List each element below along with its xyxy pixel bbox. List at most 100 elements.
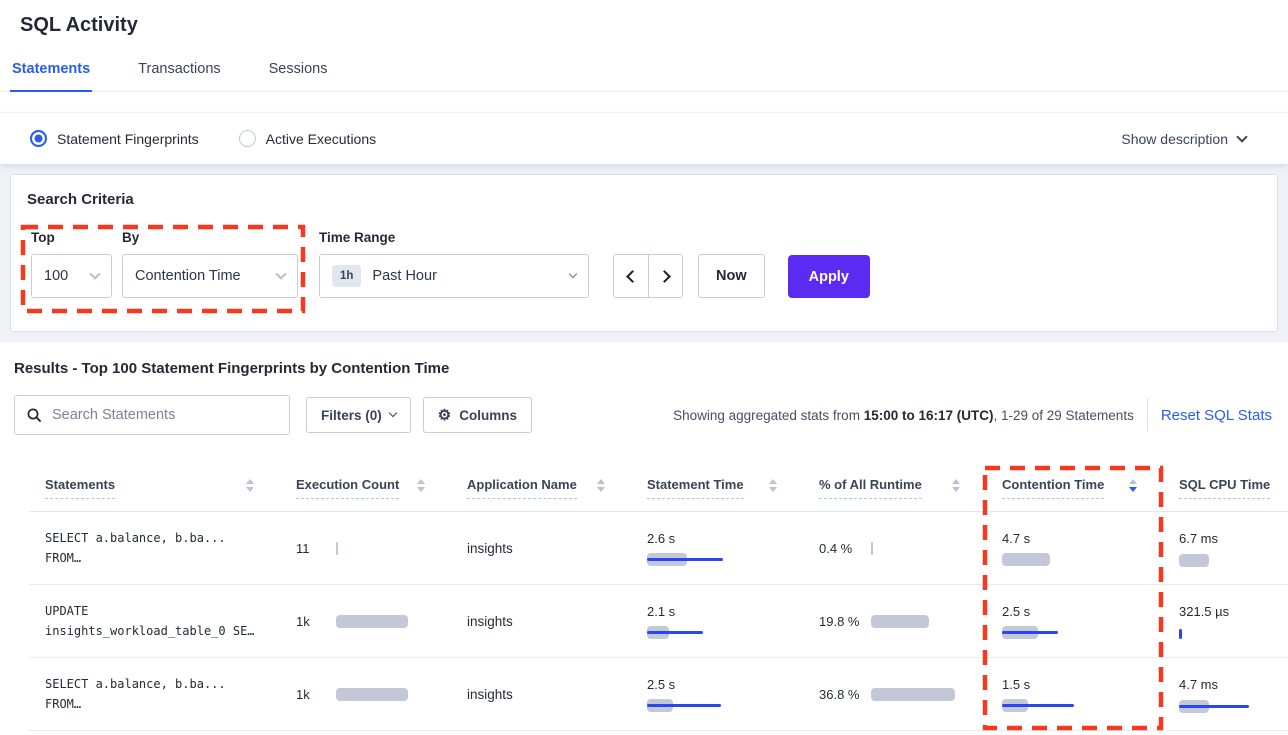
chevron-down-icon (1236, 131, 1247, 142)
search-criteria-band: Search Criteria Top 100 By Contention Ti… (0, 164, 1288, 342)
next-time-button[interactable] (648, 255, 682, 297)
application-name-cell: insights (451, 658, 631, 731)
filters-label: Filters (0) (321, 408, 382, 423)
reset-sql-stats-link[interactable]: Reset SQL Stats (1161, 407, 1272, 424)
contention-time-cell: 1.5 s (986, 658, 1163, 731)
sort-icons[interactable] (952, 479, 960, 492)
column-header-runtime-pct[interactable]: % of All Runtime (803, 461, 986, 512)
previous-time-button[interactable] (614, 255, 648, 297)
column-header-statement-time[interactable]: Statement Time (631, 461, 803, 512)
statement-link[interactable]: SELECT a.balance, b.ba... FROM… (29, 658, 280, 731)
show-description-label: Show description (1121, 131, 1228, 147)
toolbar-divider (1147, 398, 1148, 432)
sql-cpu-time-bar (1179, 627, 1288, 640)
runtime-pct-cell: 36.8 % (803, 658, 986, 731)
sort-icons-active-desc[interactable] (1129, 479, 1137, 492)
execution-count-cell: 11 (280, 512, 451, 585)
top-field-group: Top 100 (31, 230, 112, 298)
tab-sessions[interactable]: Sessions (267, 53, 330, 91)
statement-time-cell: 2.1 s (631, 585, 803, 658)
radio-unselected-icon[interactable] (239, 130, 256, 147)
radio-statement-fingerprints[interactable]: Statement Fingerprints (30, 130, 199, 147)
column-header-contention-time[interactable]: Contention Time (986, 461, 1163, 512)
by-label: By (122, 230, 298, 245)
execution-count-bar (336, 615, 408, 628)
runtime-pct-bar (871, 688, 963, 701)
execution-count-cell: 1k (280, 658, 451, 731)
top-select[interactable]: 100 (31, 254, 112, 298)
statement-time-cell: 2.5 s (631, 658, 803, 731)
column-header-sql-cpu-time[interactable]: SQL CPU Time (1163, 461, 1288, 512)
show-description-toggle[interactable]: Show description (1121, 131, 1258, 147)
search-statements-input[interactable] (52, 407, 277, 423)
execution-count-bar (336, 542, 338, 555)
column-header-statements[interactable]: Statements (29, 461, 280, 512)
search-icon (27, 408, 42, 423)
radio-selected-icon[interactable] (30, 130, 47, 147)
radio-label: Statement Fingerprints (57, 131, 199, 147)
runtime-pct-bar (871, 615, 963, 628)
statement-link[interactable]: UPDATE insights_workload_table_0 SE… (29, 585, 280, 658)
sort-icons[interactable] (417, 479, 425, 492)
sql-cpu-time-bar (1179, 700, 1288, 713)
search-statements-box[interactable] (14, 395, 290, 435)
chevron-down-icon (275, 268, 286, 279)
radio-active-executions[interactable]: Active Executions (239, 130, 377, 147)
by-value: Contention Time (135, 268, 241, 284)
columns-button[interactable]: ⚙ Columns (423, 397, 532, 433)
top-value: 100 (44, 268, 68, 284)
chevron-down-icon (569, 270, 577, 278)
time-range-select[interactable]: 1h Past Hour (319, 254, 589, 298)
contention-time-cell: 4.7 s (986, 512, 1163, 585)
aggregated-stats-text: Showing aggregated stats from 15:00 to 1… (673, 408, 1134, 423)
tab-statements[interactable]: Statements (10, 53, 92, 92)
results-heading: Results - Top 100 Statement Fingerprints… (14, 360, 1274, 377)
statement-time-bar (647, 699, 757, 712)
search-criteria-card: Search Criteria Top 100 By Contention Ti… (10, 174, 1278, 332)
page-title: SQL Activity (20, 14, 1268, 37)
apply-button[interactable]: Apply (788, 255, 870, 298)
statement-time-bar (647, 553, 757, 566)
runtime-pct-cell: 0.4 % (803, 512, 986, 585)
execution-count-cell: 1k (280, 585, 451, 658)
columns-label: Columns (459, 408, 517, 423)
application-name-cell: insights (451, 585, 631, 658)
search-criteria-heading: Search Criteria (27, 191, 1261, 208)
gear-icon: ⚙ (438, 408, 451, 423)
chevron-left-icon (626, 270, 639, 283)
sql-cpu-time-bar (1179, 554, 1288, 567)
by-field-group: By Contention Time (122, 230, 298, 298)
time-nav-group (613, 254, 683, 298)
now-button[interactable]: Now (698, 254, 765, 298)
stats-time-range: 15:00 to 16:17 (UTC) (864, 408, 994, 423)
sql-cpu-time-cell: 4.7 ms (1163, 658, 1288, 731)
column-header-execution-count[interactable]: Execution Count (280, 461, 451, 512)
top-label: Top (31, 230, 112, 245)
sort-icons[interactable] (769, 479, 777, 492)
application-name-cell: insights (451, 512, 631, 585)
tab-transactions[interactable]: Transactions (136, 53, 222, 91)
by-select[interactable]: Contention Time (122, 254, 298, 298)
sql-cpu-time-cell: 321.5 µs (1163, 585, 1288, 658)
time-range-badge: 1h (332, 265, 361, 287)
time-range-group: Time Range 1h Past Hour (319, 230, 589, 298)
sort-icons[interactable] (597, 479, 605, 492)
filters-button[interactable]: Filters (0) (306, 397, 411, 433)
results-toolbar: Filters (0) ⚙ Columns Showing aggregated… (14, 395, 1274, 435)
chevron-right-icon (658, 270, 671, 283)
time-range-label: Time Range (319, 230, 589, 245)
contention-time-bar (1002, 699, 1112, 712)
sql-cpu-time-cell: 6.7 ms (1163, 512, 1288, 585)
sort-icons[interactable] (246, 479, 254, 492)
chevron-down-icon (389, 409, 397, 417)
runtime-pct-bar (871, 542, 963, 555)
view-toggle-bar: Statement Fingerprints Active Executions… (0, 112, 1288, 164)
execution-count-bar (336, 688, 408, 701)
chevron-down-icon (89, 268, 100, 279)
contention-time-bar (1002, 553, 1112, 566)
tab-bar: Statements Transactions Sessions (0, 53, 1288, 92)
column-header-application-name[interactable]: Application Name (451, 461, 631, 512)
contention-time-bar (1002, 626, 1112, 639)
statements-table: Statements Execution Count Application N… (29, 461, 1274, 731)
statement-link[interactable]: SELECT a.balance, b.ba... FROM… (29, 512, 280, 585)
